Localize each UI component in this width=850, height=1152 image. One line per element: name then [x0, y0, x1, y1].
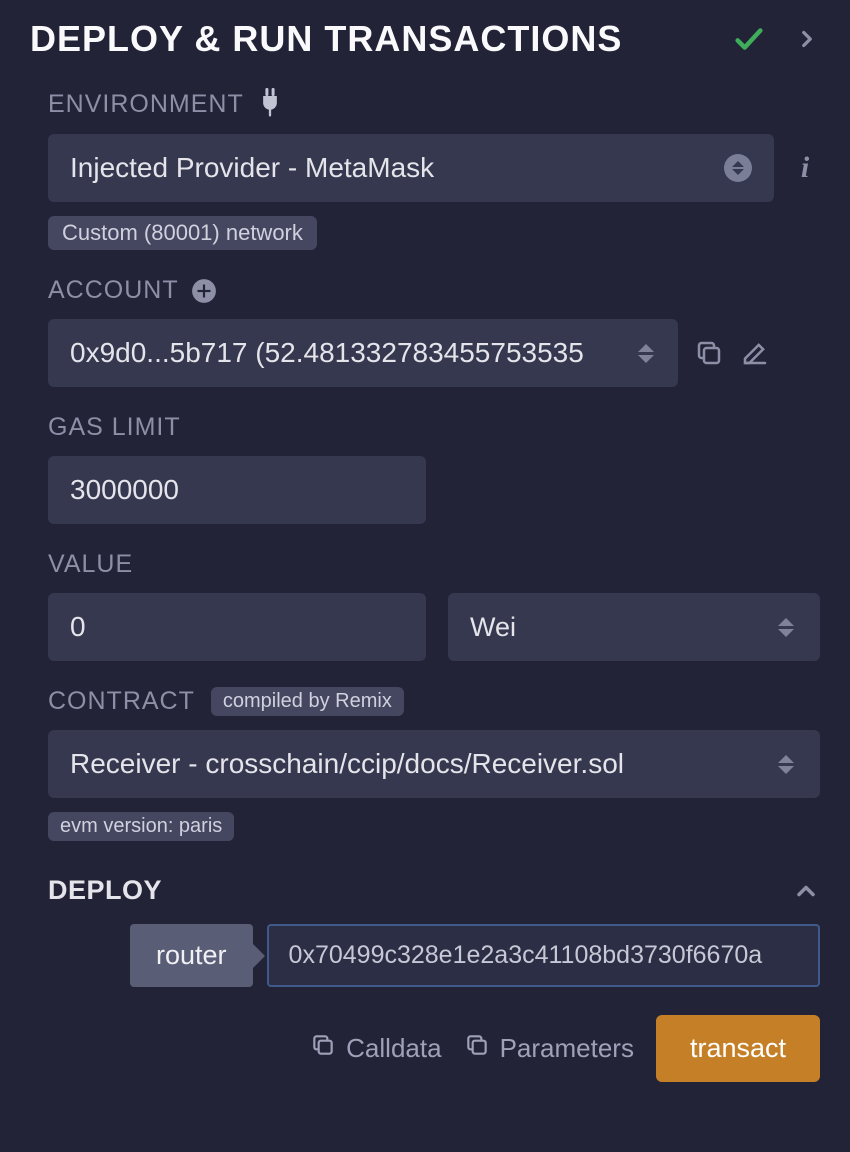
calldata-button[interactable]: Calldata: [310, 1032, 441, 1065]
transact-button[interactable]: transact: [656, 1015, 820, 1082]
gas-limit-input[interactable]: [48, 456, 426, 524]
panel-title: DEPLOY & RUN TRANSACTIONS: [30, 18, 622, 60]
value-unit: Wei: [470, 612, 516, 643]
account-label: ACCOUNT: [48, 276, 179, 305]
check-icon: [732, 22, 766, 56]
edit-icon[interactable]: [740, 338, 770, 368]
param-name-router: router: [130, 924, 253, 987]
info-icon[interactable]: i: [790, 151, 820, 185]
environment-value: Injected Provider - MetaMask: [70, 152, 434, 184]
copy-icon: [464, 1032, 490, 1065]
gas-limit-label: GAS LIMIT: [48, 413, 181, 442]
contract-value: Receiver - crosschain/ccip/docs/Receiver…: [70, 748, 624, 780]
value-input[interactable]: [48, 593, 426, 661]
environment-label: ENVIRONMENT: [48, 90, 244, 119]
contract-select[interactable]: Receiver - crosschain/ccip/docs/Receiver…: [48, 730, 820, 798]
parameters-button[interactable]: Parameters: [464, 1032, 634, 1065]
plug-icon: [256, 88, 284, 120]
compiled-badge: compiled by Remix: [211, 687, 404, 716]
dropdown-caret-icon: [634, 341, 658, 365]
chevron-right-icon[interactable]: [794, 26, 820, 52]
dropdown-caret-icon: [774, 615, 798, 639]
copy-icon[interactable]: [694, 338, 724, 368]
value-unit-select[interactable]: Wei: [448, 593, 820, 661]
dropdown-caret-icon: [774, 752, 798, 776]
deploy-title: DEPLOY: [48, 875, 162, 906]
value-label: VALUE: [48, 550, 133, 579]
dropdown-caret-icon: [724, 154, 752, 182]
calldata-label: Calldata: [346, 1033, 441, 1064]
copy-icon: [310, 1032, 336, 1065]
param-input-router[interactable]: [267, 924, 820, 987]
contract-label: CONTRACT: [48, 687, 195, 716]
parameters-label: Parameters: [500, 1033, 634, 1064]
account-select[interactable]: 0x9d0...5b717 (52.481332783455753535: [48, 319, 678, 387]
environment-select[interactable]: Injected Provider - MetaMask: [48, 134, 774, 202]
evm-version-badge: evm version: paris: [48, 812, 234, 841]
network-badge: Custom (80001) network: [48, 216, 317, 250]
chevron-up-icon[interactable]: [792, 877, 820, 905]
plus-circle-icon[interactable]: [191, 278, 217, 304]
account-value: 0x9d0...5b717 (52.481332783455753535: [70, 337, 584, 369]
